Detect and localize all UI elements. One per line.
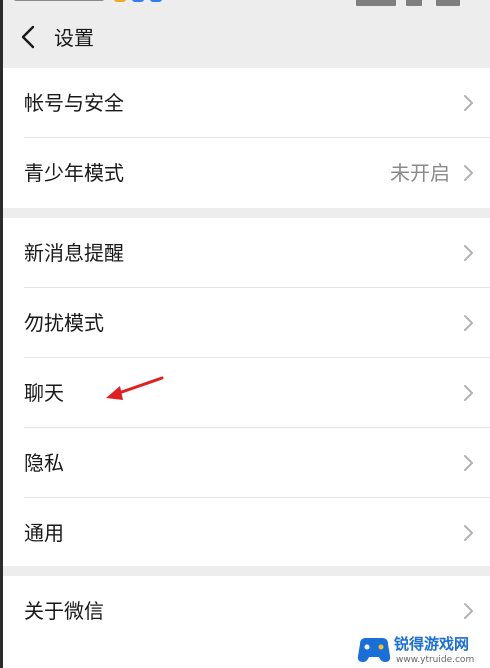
chevron-right-icon [464,165,473,181]
chevron-right-icon [464,603,473,619]
settings-item-label: 通用 [24,521,64,545]
chevron-right-icon [464,315,473,331]
status-time-fragment [14,0,104,1]
settings-item-chat[interactable]: 聊天 [0,358,490,428]
chevron-right-icon [464,455,473,471]
page-title: 设置 [54,26,94,50]
settings-item-value: 未开启 [390,161,450,185]
chevron-right-icon [464,245,473,261]
site-watermark: 锐得游戏网 www.ytruide.com [357,635,474,665]
settings-item-label: 聊天 [24,381,64,405]
settings-item-label: 隐私 [24,451,64,475]
settings-item-label: 青少年模式 [24,161,124,185]
notification-icon [150,0,162,2]
red-arrow-icon [106,376,164,400]
settings-item-general[interactable]: 通用 [0,498,490,568]
settings-item-label: 新消息提醒 [24,241,124,265]
settings-item-label: 帐号与安全 [24,91,124,115]
settings-item-label: 关于微信 [24,599,104,623]
settings-item-do-not-disturb[interactable]: 勿扰模式 [0,288,490,358]
watermark-url: www.ytruide.com [396,655,474,665]
chevron-right-icon [464,95,473,111]
settings-item-teen-mode[interactable]: 青少年模式 未开启 [0,138,490,208]
status-indicators [356,0,466,6]
notification-icon [114,0,126,2]
watermark-title: 锐得游戏网 [394,635,469,653]
settings-group-account: 帐号与安全 青少年模式 未开启 [0,68,490,208]
left-frame-edge [0,0,3,668]
settings-item-new-message-notification[interactable]: 新消息提醒 [0,218,490,288]
gamepad-logo-icon [357,638,391,662]
chevron-right-icon [464,385,473,401]
notification-icon [132,0,144,2]
settings-item-account-security[interactable]: 帐号与安全 [0,68,490,138]
settings-item-privacy[interactable]: 隐私 [0,428,490,498]
settings-item-label: 勿扰模式 [24,311,104,335]
navigation-bar: 设置 [0,8,490,68]
chevron-right-icon [464,525,473,541]
chevron-left-icon [21,25,35,49]
back-button[interactable] [14,22,44,52]
settings-group-general: 新消息提醒 勿扰模式 聊天 隐私 通用 [0,218,490,566]
status-bar [0,0,490,8]
